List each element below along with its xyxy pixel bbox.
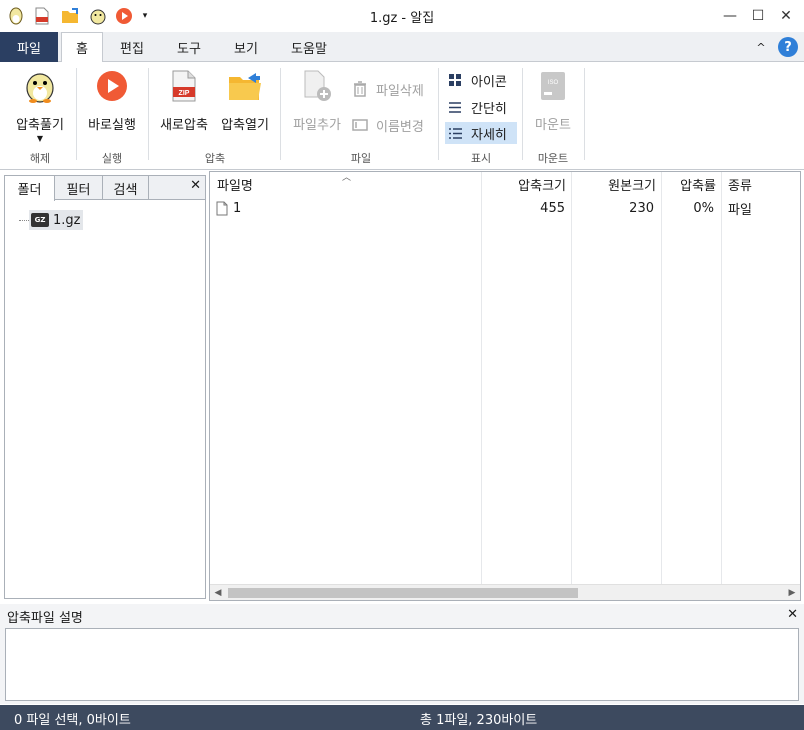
horizontal-scrollbar[interactable]: ◀ ▶	[210, 584, 800, 600]
description-title: 압축파일 설명	[7, 611, 83, 626]
delete-file-button[interactable]: 파일삭제	[350, 78, 424, 100]
title-bar: ▾ 1.gz - 알집 — ☐ ✕	[0, 0, 804, 32]
list-icon	[445, 101, 465, 113]
zip-file-icon: ZIP	[164, 66, 204, 106]
tab-edit[interactable]: 편집	[106, 32, 158, 62]
new-archive-label: 새로압축	[160, 118, 208, 133]
close-panel-icon[interactable]: ✕	[190, 178, 201, 193]
left-panel-tabs: 폴더 필터 검색 ✕	[5, 176, 205, 201]
group-label-extract: 해제	[29, 152, 51, 165]
row-type: 파일	[728, 202, 752, 218]
run-label: 바로실행	[88, 118, 136, 133]
description-textarea[interactable]	[5, 628, 799, 701]
new-archive-button[interactable]: ZIP 새로압축	[154, 66, 214, 133]
view-detail-label: 자세히	[471, 127, 507, 143]
status-bar: 0 파일 선택, 0바이트 총 1파일, 230바이트	[0, 705, 804, 730]
row-name-cell: 1	[216, 198, 466, 218]
mount-button[interactable]: ISO 마운트	[526, 66, 580, 133]
run-button[interactable]: 바로실행	[80, 66, 144, 133]
dropdown-arrow-icon: ▼	[36, 134, 44, 143]
rename-button[interactable]: 이름변경	[350, 114, 424, 136]
group-separator	[148, 68, 149, 160]
folder-open-icon	[225, 66, 265, 106]
tab-folder[interactable]: 폴더	[5, 176, 55, 201]
tab-tools[interactable]: 도구	[163, 32, 215, 62]
view-icon-button[interactable]: 아이콘	[445, 69, 517, 91]
close-description-icon[interactable]: ✕	[787, 607, 798, 622]
trash-icon	[350, 81, 370, 97]
group-separator	[584, 68, 585, 160]
column-header-ratio[interactable]: 압축률	[662, 172, 716, 196]
total-status: 총 1파일, 230바이트	[420, 713, 538, 728]
tree-item-label: 1.gz	[53, 212, 81, 228]
add-file-icon	[297, 66, 337, 106]
row-ratio: 0%	[693, 200, 714, 216]
alzip-mascot-icon	[20, 66, 60, 106]
group-separator	[280, 68, 281, 160]
column-header-original[interactable]: 원본크기	[572, 172, 656, 196]
column-header-type[interactable]: 종류	[728, 172, 788, 196]
group-label-run: 실행	[101, 152, 123, 165]
gz-archive-icon: GZ	[31, 213, 49, 227]
file-list: ︿ 파일명 압축크기 원본크기 압축률 종류 1 455 230 0% 파일 ◀…	[209, 171, 801, 601]
row-compressed: 455	[540, 200, 565, 216]
rename-label: 이름변경	[376, 119, 424, 135]
group-label-display: 표시	[470, 152, 492, 165]
open-archive-label: 압축열기	[221, 118, 269, 133]
grid-icon	[445, 74, 465, 86]
group-label-mount: 마운트	[537, 152, 569, 165]
add-file-label: 파일추가	[293, 118, 341, 133]
view-list-button[interactable]: 간단히	[445, 96, 517, 118]
column-divider	[571, 172, 572, 584]
scroll-left-icon[interactable]: ◀	[210, 585, 226, 600]
group-separator	[438, 68, 439, 160]
row-original: 230	[629, 200, 654, 216]
file-menu-tab[interactable]: 파일	[0, 32, 58, 62]
extract-button[interactable]: 압축풀기 ▼	[8, 66, 72, 143]
extract-label: 압축풀기	[16, 118, 64, 133]
row-name: 1	[233, 200, 242, 216]
column-divider	[661, 172, 662, 584]
tab-view[interactable]: 보기	[220, 32, 272, 62]
iso-badge-text: ISO	[548, 80, 559, 86]
group-label-file: 파일	[350, 152, 372, 165]
rename-icon	[350, 119, 370, 131]
column-divider	[721, 172, 722, 584]
help-icon[interactable]: ?	[778, 37, 798, 57]
scroll-right-icon[interactable]: ▶	[784, 585, 800, 600]
open-archive-button[interactable]: 압축열기	[214, 66, 276, 133]
group-separator	[76, 68, 77, 160]
window-title: 1.gz - 알집	[369, 11, 435, 26]
menu-tab-bar: 파일 홈 편집 도구 보기 도움말 ^ ?	[0, 32, 804, 63]
mount-label: 마운트	[535, 118, 571, 133]
tab-filter[interactable]: 필터	[55, 176, 103, 200]
left-panel: 폴더 필터 검색 ✕ GZ 1.gz	[4, 175, 206, 599]
delete-file-label: 파일삭제	[376, 83, 424, 99]
zip-badge-text: ZIP	[179, 90, 190, 97]
collapse-ribbon-icon[interactable]: ^	[752, 32, 770, 62]
column-header-compressed[interactable]: 압축크기	[482, 172, 566, 196]
file-icon	[216, 201, 228, 215]
view-icon-label: 아이콘	[471, 74, 507, 90]
iso-disk-icon: ISO	[533, 66, 573, 106]
selection-status: 0 파일 선택, 0바이트	[14, 713, 131, 728]
view-detail-button[interactable]: 자세히	[445, 122, 517, 144]
tree-item-archive[interactable]: GZ 1.gz	[29, 210, 84, 230]
view-list-label: 간단히	[471, 101, 507, 117]
tab-help[interactable]: 도움말	[278, 32, 340, 62]
play-icon	[92, 66, 132, 106]
archive-description-panel: 압축파일 설명 ✕	[0, 604, 804, 704]
group-label-archive: 압축	[204, 152, 226, 165]
close-button[interactable]: ✕	[768, 0, 804, 32]
tab-home[interactable]: 홈	[61, 32, 103, 63]
column-header-name[interactable]: 파일명	[217, 172, 477, 196]
column-divider	[481, 172, 482, 584]
ribbon: 압축풀기 ▼ 해제 바로실행 실행 ZIP 새로압축 압축열기 압축 파일추가 …	[0, 62, 804, 170]
detail-list-icon	[445, 127, 465, 139]
tab-search[interactable]: 검색	[103, 176, 149, 200]
add-file-button[interactable]: 파일추가	[286, 66, 348, 133]
scrollbar-thumb[interactable]	[228, 588, 578, 598]
group-separator	[522, 68, 523, 160]
